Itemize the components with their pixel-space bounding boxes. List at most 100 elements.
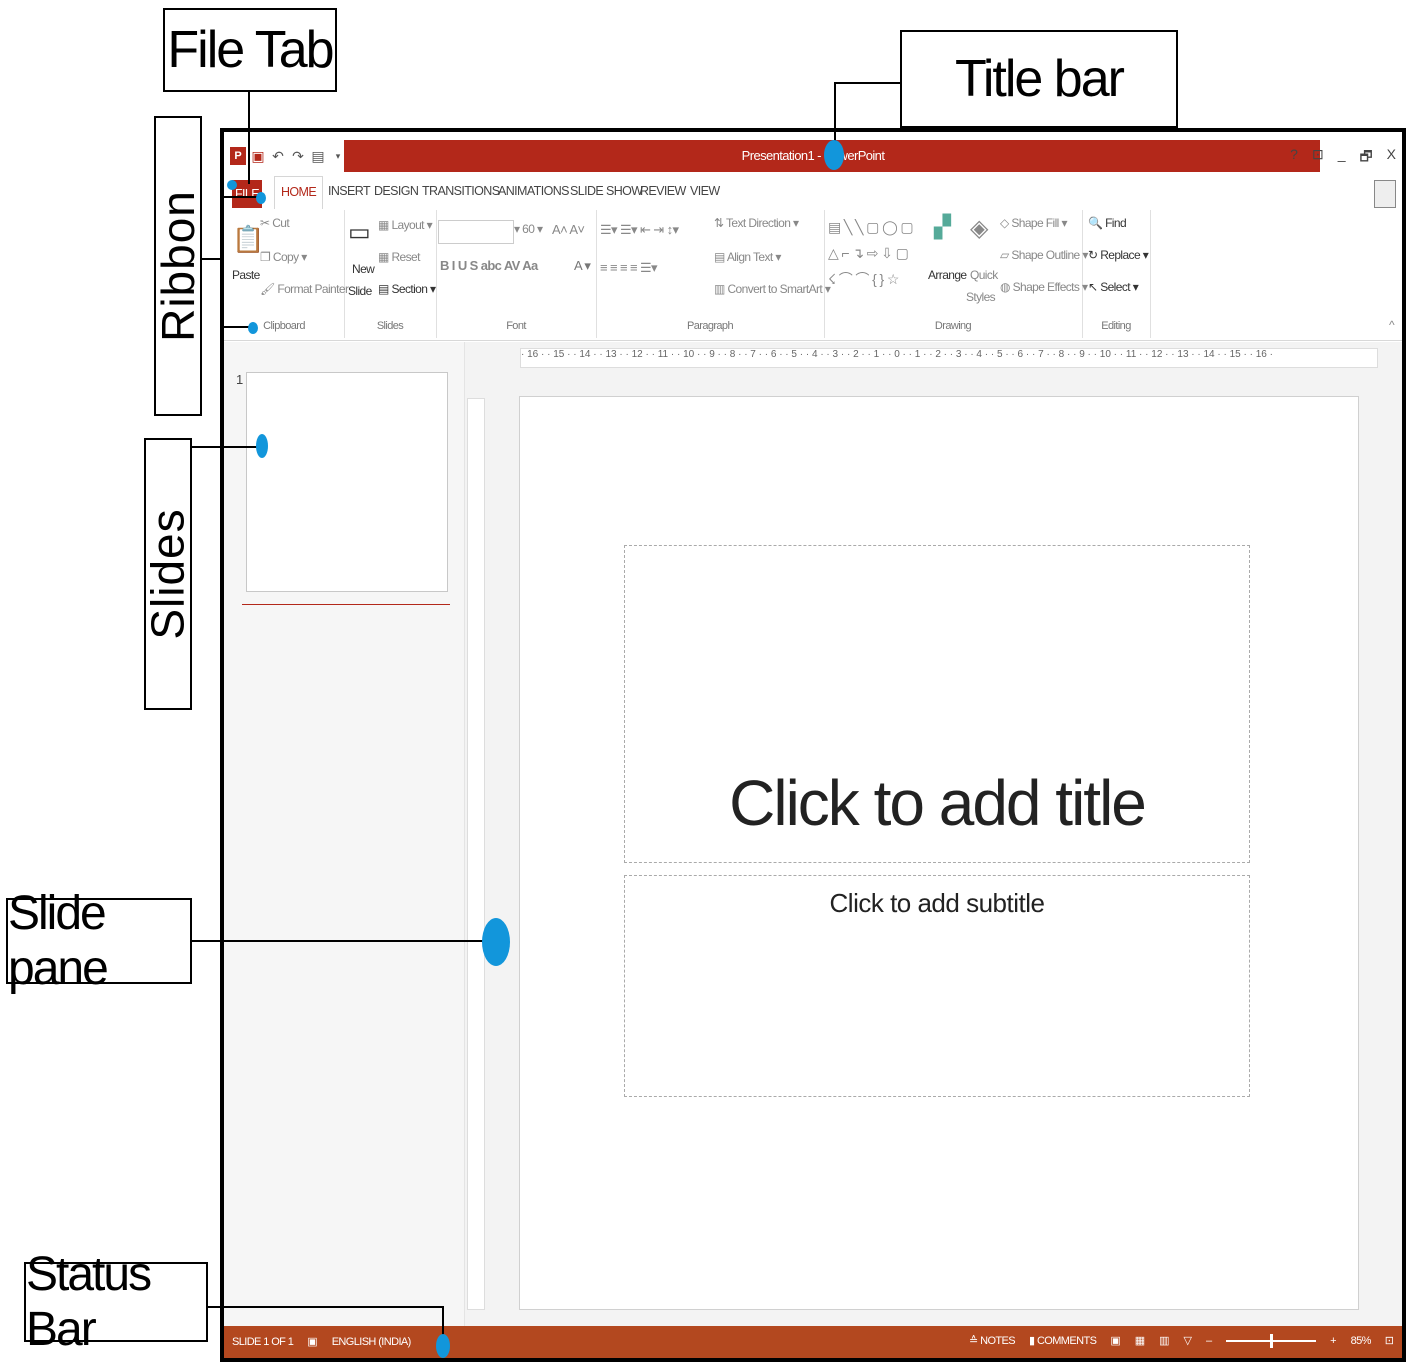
font-color-icon[interactable]: A ▾: [574, 258, 591, 274]
zoom-slider[interactable]: [1226, 1333, 1317, 1348]
font-name-box[interactable]: [438, 220, 514, 244]
language-indicator[interactable]: ENGLISH (INDIA): [332, 1336, 412, 1348]
reading-view-icon[interactable]: ▥: [1159, 1334, 1169, 1347]
align-text-label: Align Text: [726, 250, 773, 264]
connector-ribbon-bracket-top: [220, 196, 260, 198]
select-button[interactable]: ↖ Select ▾: [1088, 280, 1139, 294]
quick-styles-label-2[interactable]: Styles: [966, 290, 996, 304]
reset-button[interactable]: ▦ Reset: [378, 250, 420, 264]
notes-button[interactable]: ≙ NOTES: [969, 1334, 1016, 1347]
ribbon-tabs: FILE HOME INSERT DESIGN TRANSITIONS ANIM…: [224, 176, 1402, 210]
align-icons[interactable]: ≡ ≡ ≡ ≡ ☰▾: [600, 260, 658, 276]
new-slide-icon[interactable]: ▭: [348, 218, 371, 247]
callout-slides: Slides: [142, 438, 194, 710]
window-controls: ? ⊡ _ 🗗 X: [1290, 146, 1396, 170]
tab-transitions[interactable]: TRANSITIONS: [422, 184, 500, 198]
callout-ribbon: Ribbon: [152, 116, 204, 416]
help-icon[interactable]: ?: [1290, 146, 1298, 170]
font-size-box[interactable]: ▾ 60 ▾: [514, 222, 543, 236]
new-slide-label-1[interactable]: New: [352, 262, 375, 276]
grow-font-icon[interactable]: A˄ A˅: [552, 222, 585, 237]
shape-outline-button[interactable]: ▱ Shape Outline ▾: [1000, 248, 1088, 262]
restore-icon[interactable]: 🗗: [1360, 146, 1373, 170]
new-slide-label-2[interactable]: Slide: [348, 284, 372, 298]
arrange-button[interactable]: Arrange: [928, 268, 967, 282]
tab-design[interactable]: DESIGN: [374, 184, 419, 198]
notes-label: NOTES: [980, 1335, 1016, 1347]
account-icon[interactable]: [1374, 180, 1396, 208]
tab-slide-show[interactable]: SLIDE SHOW: [570, 184, 643, 198]
group-slides: ▭ New Slide ▦ Layout ▾ ▦ Reset ▤ Section…: [344, 210, 437, 338]
shapes-gallery[interactable]: ▤ ╲ ╲ ▢ ◯ ▢ △ ⌐ ↴ ⇨ ⇩ ▢ ☇ ⌒ ⌒ { } ☆: [828, 214, 914, 292]
tab-animations[interactable]: ANIMATIONS: [498, 184, 569, 198]
section-button[interactable]: ▤ Section ▾: [378, 282, 436, 296]
replace-button[interactable]: ↻ Replace ▾: [1088, 248, 1149, 262]
callout-slide-pane: Slide pane: [6, 887, 192, 995]
layout-button[interactable]: ▦ Layout ▾: [378, 218, 433, 232]
connector-title-bar-h: [834, 82, 900, 84]
slide-sorter-icon[interactable]: ▦: [1135, 1334, 1145, 1347]
replace-label: Replace: [1100, 248, 1141, 262]
tab-view[interactable]: VIEW: [690, 184, 720, 198]
spell-check-icon[interactable]: ▣: [307, 1335, 317, 1348]
marker-status-bar: [436, 1334, 450, 1358]
subtitle-placeholder-text: Click to add subtitle: [829, 888, 1045, 918]
title-placeholder[interactable]: Click to add title: [624, 545, 1250, 863]
group-clipboard: 📋 Paste ✂ Cut ❐ Copy ▾ 🖌 Format Painter …: [224, 210, 349, 338]
slide-pane: · 16 · · 15 · · 14 · · 13 · · 12 · · 11 …: [465, 342, 1402, 1326]
list-icons[interactable]: ☰▾ ☰▾ ⇤ ⇥ ↕▾: [600, 222, 679, 238]
tab-review[interactable]: REVIEW: [640, 184, 686, 198]
font-format-icons[interactable]: B I U S abc AV Aa: [440, 258, 538, 273]
paste-button[interactable]: Paste: [232, 268, 260, 282]
group-paragraph: ☰▾ ☰▾ ⇤ ⇥ ↕▾ ≡ ≡ ≡ ≡ ☰▾ ⇅ Text Direction…: [596, 210, 831, 338]
layout-label: Layout: [391, 218, 424, 232]
tab-insert[interactable]: INSERT: [328, 184, 371, 198]
marker-ribbon-top: [256, 192, 266, 204]
shape-fill-button[interactable]: ◇ Shape Fill ▾: [1000, 216, 1068, 230]
section-label: Section: [391, 282, 428, 296]
normal-view-icon[interactable]: ▣: [1110, 1334, 1120, 1347]
marker-slides: [256, 434, 268, 458]
status-left: SLIDE 1 OF 1 ▣ ENGLISH (INDIA): [232, 1335, 412, 1349]
zoom-slider-thumb[interactable]: [1270, 1333, 1274, 1348]
close-icon[interactable]: X: [1387, 146, 1396, 170]
powerpoint-window: P ▣ ↶ ↷ ▤ ▾ Presentation1 - PowerPoint ?…: [220, 128, 1406, 1362]
slide-canvas[interactable]: Click to add title Click to add subtitle: [519, 396, 1359, 1310]
drawing-group-label: Drawing: [934, 320, 972, 332]
subtitle-placeholder[interactable]: Click to add subtitle: [624, 875, 1250, 1097]
text-direction-button[interactable]: ⇅ Text Direction ▾: [714, 216, 799, 230]
quick-styles-icon[interactable]: ◈: [970, 214, 988, 243]
cut-label: Cut: [272, 216, 290, 230]
vertical-ruler: [467, 398, 485, 1310]
tab-home[interactable]: HOME: [274, 176, 324, 209]
callout-file-tab: File Tab: [163, 8, 337, 92]
collapse-ribbon-icon[interactable]: ^: [1389, 318, 1395, 332]
cut-button[interactable]: ✂ Cut: [260, 216, 290, 230]
status-bar: SLIDE 1 OF 1 ▣ ENGLISH (INDIA) ≙ NOTES ▮…: [224, 1326, 1402, 1358]
zoom-out-icon[interactable]: –: [1206, 1335, 1212, 1347]
connector-status-bar-h: [208, 1306, 444, 1308]
ribbon-display-icon[interactable]: ⊡: [1312, 146, 1324, 170]
format-painter-button[interactable]: 🖌 Format Painter: [260, 282, 349, 296]
slideshow-view-icon[interactable]: ▽: [1184, 1334, 1192, 1347]
window-title: Presentation1 - PowerPoint: [741, 148, 885, 163]
convert-smartart-button[interactable]: ▥ Convert to SmartArt ▾: [714, 282, 831, 296]
find-button[interactable]: 🔍 Find: [1088, 216, 1127, 230]
title-bar: P ▣ ↶ ↷ ▤ ▾ Presentation1 - PowerPoint ?…: [224, 140, 1402, 172]
fit-slide-icon[interactable]: ⊡: [1385, 1334, 1394, 1347]
callout-title-bar-text: Title bar: [955, 50, 1125, 108]
align-text-button[interactable]: ▤ Align Text ▾: [714, 250, 781, 264]
zoom-in-icon[interactable]: +: [1330, 1335, 1336, 1347]
comments-button[interactable]: ▮ COMMENTS: [1029, 1334, 1097, 1347]
shape-effects-button[interactable]: ◍ Shape Effects ▾: [1000, 280, 1088, 294]
minimize-icon[interactable]: _: [1338, 146, 1346, 170]
zoom-level[interactable]: 85%: [1351, 1335, 1372, 1347]
slide-thumbnail[interactable]: [246, 372, 448, 592]
group-drawing: ▤ ╲ ╲ ▢ ◯ ▢ △ ⌐ ↴ ⇨ ⇩ ▢ ☇ ⌒ ⌒ { } ☆ ▞ Arra…: [824, 210, 1088, 338]
copy-button[interactable]: ❐ Copy ▾: [260, 250, 307, 264]
connector-slides: [192, 446, 262, 448]
thumbnail-number: 1: [236, 372, 244, 387]
paste-icon[interactable]: 📋: [232, 224, 264, 255]
quick-styles-label-1[interactable]: Quick: [970, 268, 998, 282]
arrange-icon[interactable]: ▞: [934, 214, 951, 240]
